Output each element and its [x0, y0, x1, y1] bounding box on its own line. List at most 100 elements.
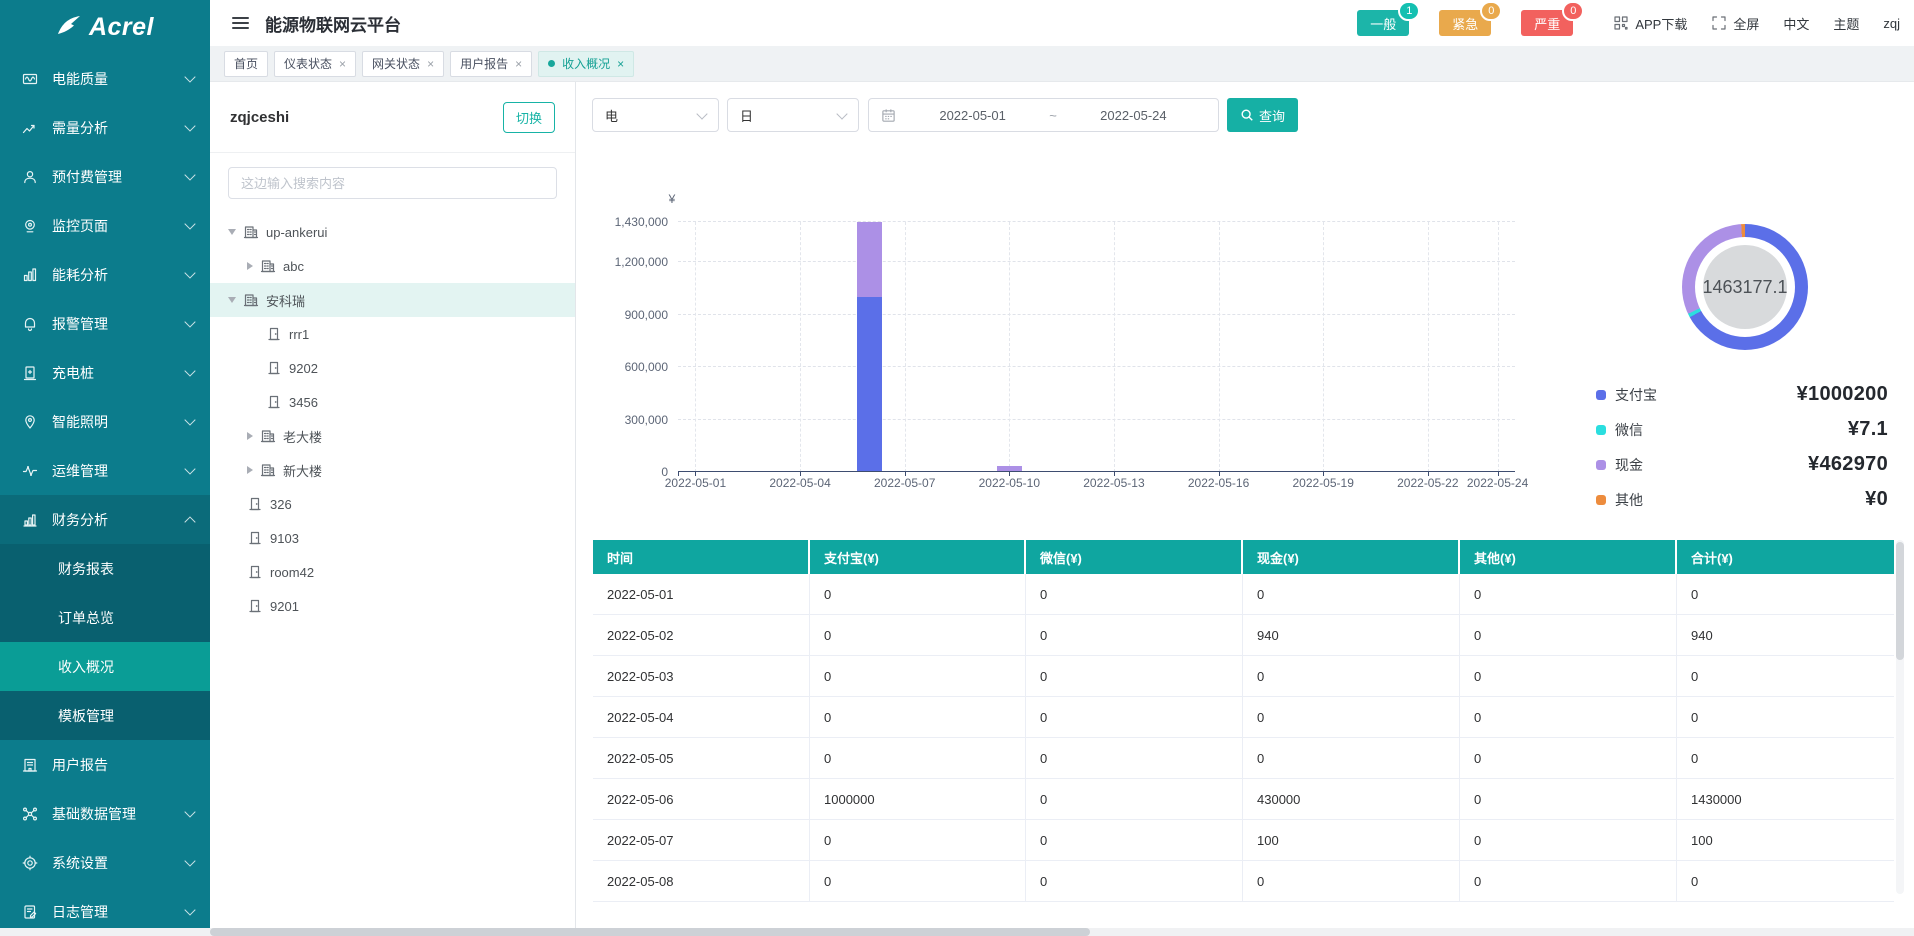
gridline-v — [1323, 222, 1324, 472]
tree-node-label: abc — [283, 259, 304, 274]
tab-home[interactable]: 首页 — [224, 51, 268, 77]
tree-search — [228, 167, 557, 199]
tree-node-ankerui[interactable]: 安科瑞 — [210, 283, 575, 317]
tree-node-rrr1[interactable]: rrr1 — [210, 317, 575, 351]
header-link-theme[interactable]: 主题 — [1833, 14, 1859, 33]
tree-collapse-icon[interactable] — [247, 466, 253, 474]
legend-color-dot[interactable] — [1596, 495, 1606, 505]
sidebar-item-smart-lighting[interactable]: 智能照明 — [0, 397, 210, 446]
sidebar-item-power-quality[interactable]: 电能质量 — [0, 54, 210, 103]
sidebar-item-charging-pile[interactable]: 充电桩 — [0, 348, 210, 397]
close-icon[interactable]: × — [617, 58, 624, 70]
tree-collapse-icon[interactable] — [247, 432, 253, 440]
sidebar-item-user-report[interactable]: 用户报告 — [0, 740, 210, 789]
alarm-button-urgent[interactable]: 紧急0 — [1439, 10, 1491, 36]
tree-node-9202[interactable]: 9202 — [210, 351, 575, 385]
sidebar-item-prepaid-management[interactable]: 预付费管理 — [0, 152, 210, 201]
table-cell: 0 — [1243, 574, 1460, 614]
tab-label: 收入概况 — [562, 55, 610, 72]
date-start[interactable]: 2022-05-01 — [900, 108, 1045, 123]
tab-label: 仪表状态 — [284, 55, 332, 72]
tree-expand-icon[interactable] — [228, 297, 236, 303]
chevron-down-icon — [184, 267, 195, 278]
tree-collapse-icon[interactable] — [247, 262, 253, 270]
user-icon — [22, 169, 40, 185]
tree-node-9201[interactable]: 9201 — [210, 589, 575, 623]
chevron-down-icon — [696, 108, 707, 119]
energy-type-select[interactable]: 电 — [592, 98, 719, 132]
tab-gateway-status[interactable]: 网关状态× — [362, 51, 444, 77]
tree-node-abc[interactable]: abc — [210, 249, 575, 283]
date-range-picker[interactable]: 2022-05-01 ~ 2022-05-24 — [868, 98, 1219, 132]
sidebar-item-ops-management[interactable]: 运维管理 — [0, 446, 210, 495]
sidebar-subitem-financial-report[interactable]: 财务报表 — [0, 544, 210, 593]
tree-search-input[interactable] — [228, 167, 557, 199]
sidebar-subitem-template-management[interactable]: 模板管理 — [0, 691, 210, 740]
sidebar-item-alarm-management[interactable]: 报警管理 — [0, 299, 210, 348]
header-link-user[interactable]: zqj — [1883, 16, 1900, 31]
alarm-button-general[interactable]: 一般1 — [1357, 10, 1409, 36]
table-row: 2022-05-07001000100 — [593, 820, 1894, 861]
alarm-count-badge: 0 — [1562, 1, 1584, 21]
tree-node-up-ankerui[interactable]: up-ankerui — [210, 215, 575, 249]
date-end[interactable]: 2022-05-24 — [1061, 108, 1206, 123]
calendar-icon — [881, 108, 896, 123]
table-body: 2022-05-01000002022-05-020094009402022-0… — [593, 574, 1894, 902]
x-axis-tick — [800, 472, 801, 476]
legend-row-其他: 其他¥0 — [1596, 482, 1888, 517]
header-link-label: APP下载 — [1635, 14, 1687, 33]
legend-value: ¥7.1 — [1848, 418, 1888, 441]
menu-toggle-icon[interactable] — [232, 17, 249, 29]
sidebar-item-basic-data-management[interactable]: 基础数据管理 — [0, 789, 210, 838]
table-scrollbar-thumb[interactable] — [1896, 542, 1904, 660]
report-icon — [22, 757, 40, 773]
header-link-language[interactable]: 中文 — [1783, 14, 1809, 33]
sidebar-item-label: 财务分析 — [52, 510, 186, 530]
tree-node-3456[interactable]: 3456 — [210, 385, 575, 419]
header-link-app-download[interactable]: APP下载 — [1613, 14, 1687, 33]
period-select[interactable]: 日 — [727, 98, 859, 132]
sidebar-item-system-settings[interactable]: 系统设置 — [0, 838, 210, 887]
sidebar-item-financial-analysis[interactable]: 财务分析 — [0, 495, 210, 544]
building-icon — [243, 224, 259, 240]
legend-color-dot[interactable] — [1596, 390, 1606, 400]
x-axis-tick — [1323, 472, 1324, 476]
close-icon[interactable]: × — [339, 58, 346, 70]
gridline-v — [905, 222, 906, 472]
legend-color-dot[interactable] — [1596, 460, 1606, 470]
tree-node-old-building[interactable]: 老大楼 — [210, 419, 575, 453]
tree-node-room42[interactable]: room42 — [210, 555, 575, 589]
alarm-button-critical[interactable]: 严重0 — [1521, 10, 1573, 36]
legend-label: 支付宝 — [1615, 385, 1657, 405]
sidebar-item-energy-analysis[interactable]: 能耗分析 — [0, 250, 210, 299]
query-button[interactable]: 查询 — [1227, 98, 1298, 132]
table-cell: 0 — [1460, 656, 1677, 696]
sidebar-item-monitoring-page[interactable]: 监控页面 — [0, 201, 210, 250]
tree-node-326[interactable]: 326 — [210, 487, 575, 521]
tree-expand-icon[interactable] — [228, 229, 236, 235]
tab-income-overview[interactable]: 收入概况 × — [538, 51, 634, 77]
table-cell: 1000000 — [810, 779, 1026, 819]
close-icon[interactable]: × — [515, 58, 522, 70]
sidebar-subitem-order-overview[interactable]: 订单总览 — [0, 593, 210, 642]
tree-node-9103[interactable]: 9103 — [210, 521, 575, 555]
table-cell: 0 — [1243, 697, 1460, 737]
legend-color-dot[interactable] — [1596, 425, 1606, 435]
horizontal-scrollbar-thumb[interactable] — [210, 928, 1090, 936]
header-link-fullscreen[interactable]: 全屏 — [1711, 14, 1759, 33]
tab-user-report[interactable]: 用户报告× — [450, 51, 532, 77]
header-links: APP下载 全屏 中文 主题 zqj — [1613, 14, 1900, 33]
tree-node-label: up-ankerui — [266, 225, 327, 240]
table-cell: 0 — [1460, 779, 1677, 819]
close-icon[interactable]: × — [427, 58, 434, 70]
sidebar-item-demand-analysis[interactable]: 需量分析 — [0, 103, 210, 152]
gridline-h — [678, 261, 1515, 262]
sidebar-subitem-income-overview[interactable]: 收入概况 — [0, 642, 210, 691]
table-cell: 0 — [1026, 820, 1243, 860]
data-icon — [22, 806, 40, 822]
chevron-down-icon — [836, 108, 847, 119]
tab-meter-status[interactable]: 仪表状态 × — [274, 51, 356, 77]
building-icon — [260, 428, 276, 444]
tree-node-new-building[interactable]: 新大楼 — [210, 453, 575, 487]
switch-project-button[interactable]: 切换 — [503, 102, 555, 133]
